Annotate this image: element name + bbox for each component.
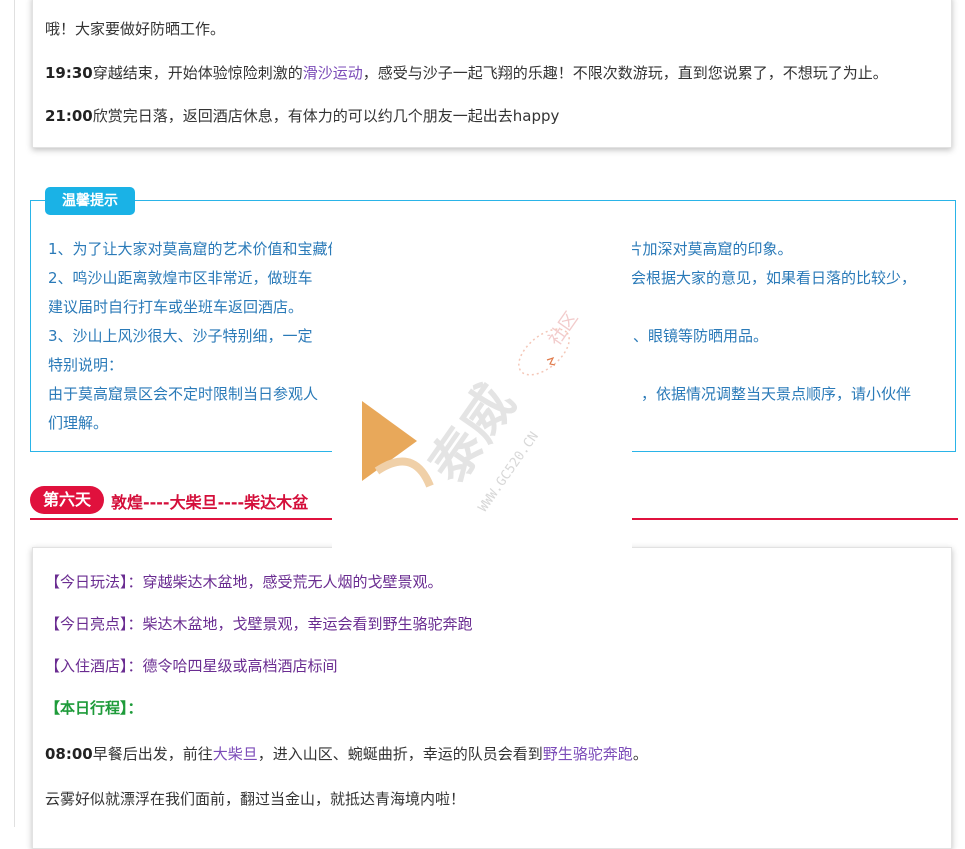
itinerary-label-line: 【本日行程】： [45,698,143,718]
today-play-line: 【今日玩法】：穿越柴达木盆地，感受荒无人烟的戈壁景观。 [45,572,443,592]
place-highlight: 大柴旦 [212,745,258,763]
line-text: 早餐后出发，前往 [92,745,213,763]
time-label: 19:30 [45,64,93,82]
itinerary-line-0800: 08:00早餐后出发，前往大柴旦，进入山区、蜿蜒曲折，幸运的队员会看到野生骆驼奔… [45,744,648,764]
activity-highlight: 野生骆驼奔跑 [542,745,633,763]
line-text: 穿越结束，开始体验惊险刺激的 [92,64,303,82]
tip-line: 由于莫高窟景区会不定时限制当日参观人 [48,385,319,403]
today-highlight-label: 【今日亮点】 [45,615,128,633]
itinerary-line-clouds: 云雾好似就漂浮在我们面前，翻过当金山，就抵达青海境内啦！ [45,789,465,809]
line-text: ，感受与沙子一起飞翔的乐趣！不限次数游玩，直到您说累了，不想玩了为止。 [362,64,888,82]
tip-line: 会根据大家的意见，如果看日落的比较少， [631,269,917,287]
day-badge: 第六天 [30,486,104,514]
watermark-logo: 泰威 WWW.GC520.CN 社区 [362,308,583,515]
tip-line: 3、沙山上风沙很大、沙子特别细，一定 [48,327,313,345]
tip-line: 建议届时自行打车或坐班车返回酒店。 [48,298,304,316]
today-highlight-line: 【今日亮点】：柴达木盆地，戈壁景观，幸运会看到野生骆驼奔跑 [45,614,473,634]
tips-tag: 温馨提示 [45,187,135,215]
tip-line: 们理解。 [48,414,109,432]
itinerary-card-day6: 【今日玩法】：穿越柴达木盆地，感受荒无人烟的戈壁景观。 【今日亮点】：柴达木盆地… [32,547,952,849]
time-label: 08:00 [45,745,93,763]
hotel-line: 【入住酒店】：德令哈四星级或高档酒店标间 [45,656,338,676]
time-label: 21:00 [45,107,93,125]
itinerary-line-2100: 21:00欣赏完日落，返回酒店休息，有体力的可以约几个朋友一起出去happy [45,106,559,126]
itinerary-label: 【本日行程】： [45,699,143,717]
today-highlight-text: ：柴达木盆地，戈壁景观，幸运会看到野生骆驼奔跑 [127,615,473,633]
line-text: 云雾好似就漂浮在我们面前，翻过当金山，就抵达青海境内啦！ [45,790,466,808]
hotel-text: ：德令哈四星级或高档酒店标间 [127,657,338,675]
activity-highlight: 滑沙运动 [302,64,363,82]
line-text: ，进入山区、蜿蜒曲折，幸运的队员会看到 [257,745,543,763]
itinerary-line-1930: 19:30穿越结束，开始体验惊险刺激的滑沙运动，感受与沙子一起飞翔的乐趣！不限次… [45,63,888,83]
watermark-side: 社区 [545,308,583,350]
tip-line: 2、鸣沙山距离敦煌市区非常近，做班车 [48,269,313,287]
line-text: 。 [632,745,648,763]
tip-line: 、眼镜等防晒用品。 [633,327,769,345]
hotel-label: 【入住酒店】 [45,657,128,675]
line-text: 欣赏完日落，返回酒店休息，有体力的可以约几个朋友一起出去happy [92,107,560,125]
today-play-label: 【今日玩法】 [45,573,128,591]
page-left-rule [14,0,15,827]
today-play-text: ：穿越柴达木盆地，感受荒无人烟的戈壁景观。 [127,573,443,591]
itinerary-card-day5: 哦！大家要做好防晒工作。 19:30穿越结束，开始体验惊险刺激的滑沙运动，感受与… [32,0,952,148]
tip-line: 特别说明： [48,356,124,374]
itinerary-line-sunscreen: 哦！大家要做好防晒工作。 [45,19,225,39]
line-text: 哦！大家要做好防晒工作。 [45,20,226,38]
day-route-title: 敦煌----大柴旦----柴达木盆 [111,493,309,512]
tip-line: ，依据情况调整当天景点顺序，请小伙伴 [641,385,912,403]
